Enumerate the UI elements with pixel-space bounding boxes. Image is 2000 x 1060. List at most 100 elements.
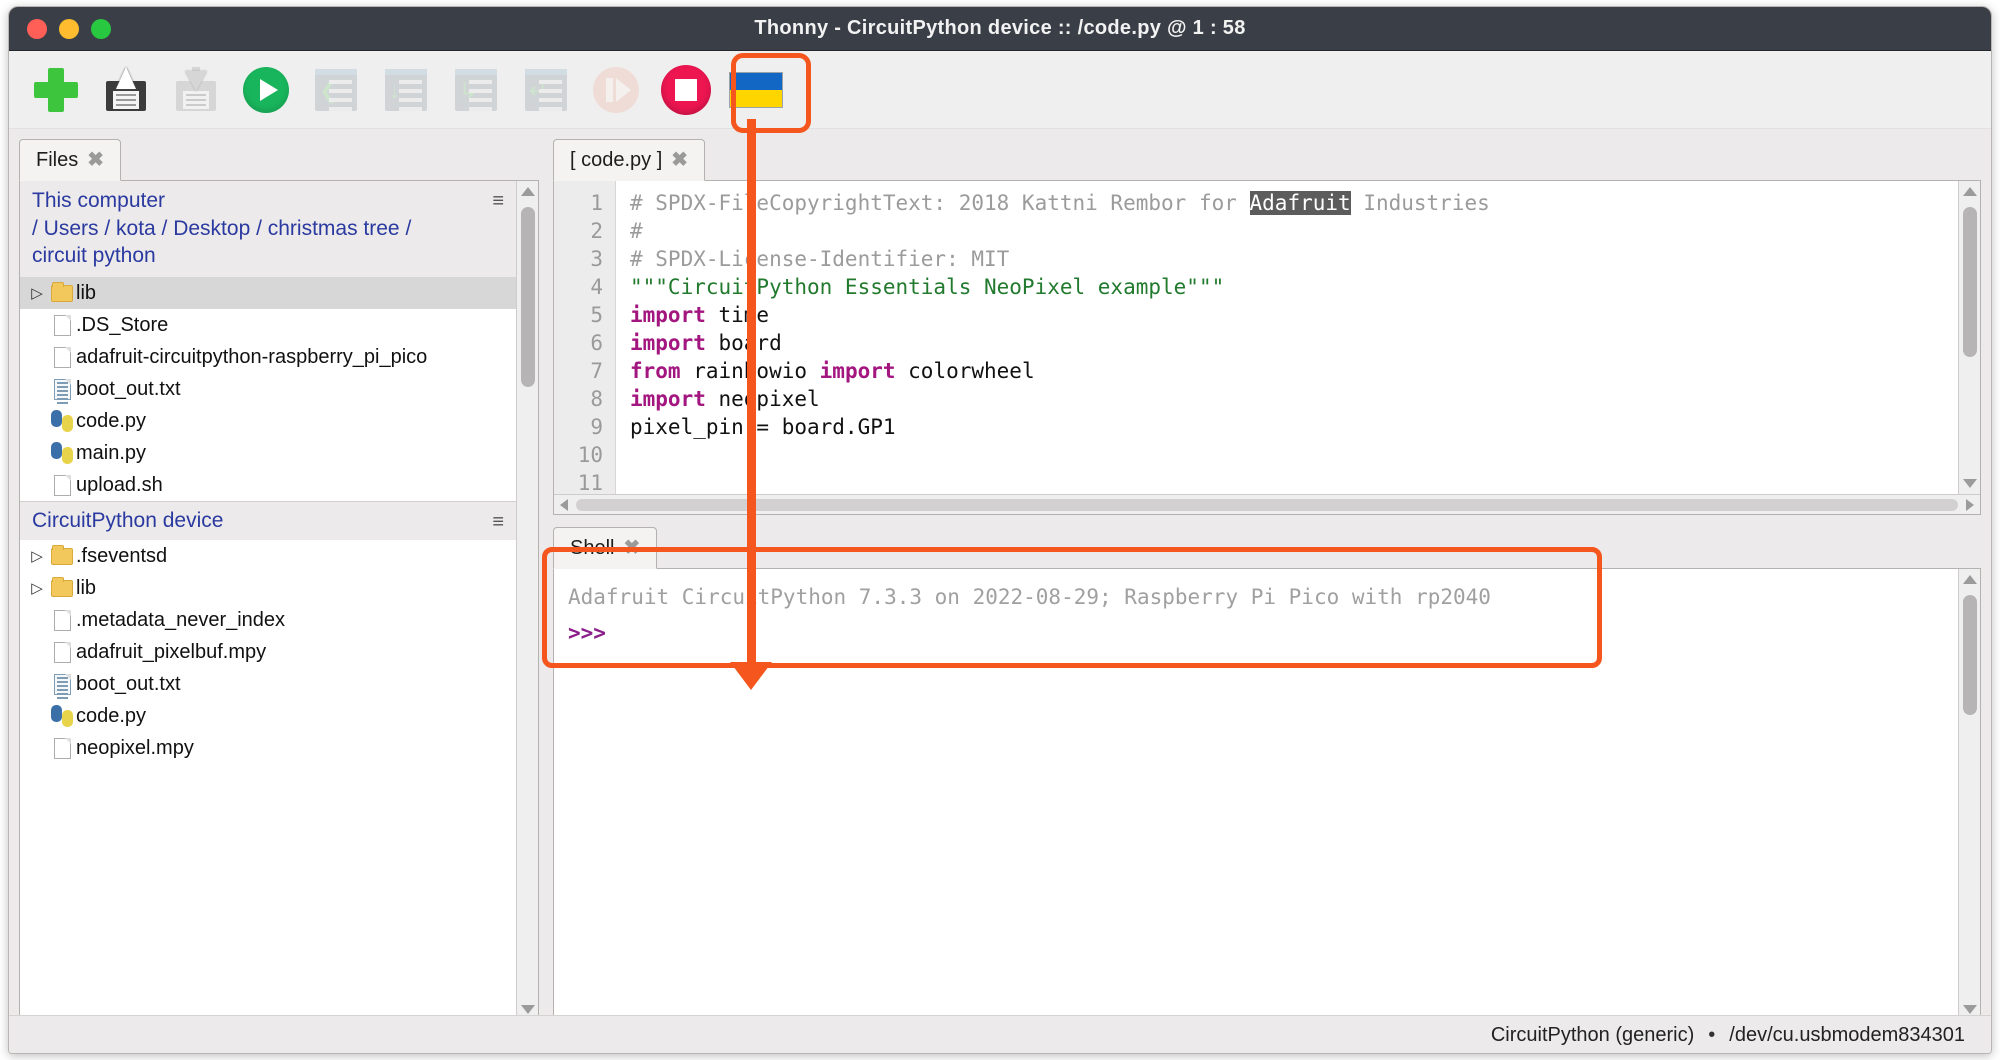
scroll-thumb[interactable] <box>521 207 535 387</box>
tree-row[interactable]: ▷ code.py <box>20 700 516 732</box>
support-ukraine-button[interactable] <box>727 61 785 119</box>
files-panel: Files ✖ This computer / Users / kota / D… <box>19 135 539 1021</box>
tree-row[interactable]: ▷ neopixel.mpy <box>20 732 516 764</box>
device-header: CircuitPython device ≡ <box>20 501 516 540</box>
tab-files[interactable]: Files ✖ <box>19 139 121 181</box>
code-text-area[interactable]: # SPDX-FileCopyrightText: 2018 Kattni Re… <box>616 181 1958 494</box>
save-file-button[interactable] <box>167 61 225 119</box>
tree-row[interactable]: ▷ boot_out.txt <box>20 668 516 700</box>
this-computer-path-line1[interactable]: / Users / kota / Desktop / christmas tre… <box>32 215 506 242</box>
status-port[interactable]: /dev/cu.usbmodem834301 <box>1729 1024 1965 1047</box>
ukraine-flag-icon <box>729 71 783 108</box>
scroll-thumb[interactable] <box>1963 207 1977 357</box>
annotation-arrow-shaft <box>747 119 756 679</box>
run-play-icon <box>243 66 289 113</box>
close-icon[interactable]: ✖ <box>623 538 640 558</box>
tree-row-label: .fseventsd <box>76 544 168 567</box>
spacer-icon: ▷ <box>26 675 48 693</box>
scroll-right-icon[interactable] <box>1966 499 1974 511</box>
scroll-up-icon[interactable] <box>521 187 535 196</box>
this-computer-path-line2[interactable]: circuit python <box>32 242 506 269</box>
step-over-button[interactable]: ↓ <box>377 61 435 119</box>
generic-file-icon <box>53 474 71 496</box>
scroll-thumb[interactable] <box>1963 595 1977 715</box>
status-interpreter[interactable]: CircuitPython (generic) <box>1491 1024 1694 1047</box>
shell-body: Adafruit CircuitPython 7.3.3 on 2022-08-… <box>553 569 1981 1021</box>
tree-row[interactable]: ▷ boot_out.txt <box>20 373 516 405</box>
stop-script-button[interactable] <box>657 61 715 119</box>
editor-tabstrip: [ code.py ] ✖ <box>553 135 1981 181</box>
generic-file-icon <box>53 314 71 336</box>
tree-row[interactable]: ▷ adafruit_pixelbuf.mpy <box>20 636 516 668</box>
spacer-icon: ▷ <box>26 611 48 629</box>
spacer-icon: ▷ <box>26 476 48 494</box>
scroll-down-icon[interactable] <box>1963 1005 1977 1014</box>
shell-tabstrip: Shell ✖ <box>553 523 1981 569</box>
code-line: """CircuitPython Essentials NeoPixel exa… <box>630 275 1225 299</box>
tree-row[interactable]: ▷ adafruit-circuitpython-raspberry_pi_pic… <box>20 341 516 373</box>
plus-icon <box>34 67 78 112</box>
window-controls <box>27 18 111 39</box>
this-computer-menu-icon[interactable]: ≡ <box>492 191 504 211</box>
scroll-down-icon[interactable] <box>521 1005 535 1014</box>
close-icon[interactable]: ✖ <box>671 150 688 170</box>
debug-script-button[interactable]: ❮ <box>307 61 365 119</box>
tree-row-label: boot_out.txt <box>76 672 181 695</box>
tree-row[interactable]: ▷ upload.sh <box>20 469 516 501</box>
step-into-button[interactable]: ↳ <box>447 61 505 119</box>
device-file-list: ▷ .fseventsd ▷ lib ▷ .metadata_never_index ▷ ad… <box>20 540 516 764</box>
debug-icon: ❮ <box>315 68 357 111</box>
spacer-icon: ▷ <box>26 380 48 398</box>
scroll-up-icon[interactable] <box>1963 575 1977 584</box>
expand-triangle-icon[interactable]: ▷ <box>26 547 48 565</box>
line-number: 7 <box>590 359 603 383</box>
folder-icon <box>51 576 73 597</box>
device-menu-icon[interactable]: ≡ <box>492 512 504 532</box>
tab-shell[interactable]: Shell ✖ <box>553 527 658 569</box>
run-script-button[interactable] <box>237 61 295 119</box>
tree-row-label: boot_out.txt <box>76 377 181 400</box>
code-line: # <box>630 219 643 243</box>
close-icon[interactable]: ✖ <box>87 150 104 170</box>
tree-row[interactable]: ▷ .fseventsd <box>20 540 516 572</box>
scroll-left-icon[interactable] <box>560 499 568 511</box>
status-separator: • <box>1708 1024 1716 1046</box>
new-file-button[interactable] <box>27 61 85 119</box>
editor-vertical-scrollbar[interactable] <box>1958 181 1980 494</box>
code-line: pixel_pin = board.GP1 <box>630 415 896 439</box>
zoom-window-button[interactable] <box>91 18 111 39</box>
tree-row[interactable]: ▷ .DS_Store <box>20 309 516 341</box>
tree-row[interactable]: ▷ main.py <box>20 437 516 469</box>
scroll-up-icon[interactable] <box>1963 187 1977 196</box>
expand-triangle-icon[interactable]: ▷ <box>26 579 48 597</box>
line-number: 8 <box>590 387 603 411</box>
expand-triangle-icon[interactable]: ▷ <box>26 284 48 302</box>
tab-code-py[interactable]: [ code.py ] ✖ <box>553 139 706 181</box>
window-titlebar: Thonny - CircuitPython device :: /code.p… <box>9 7 1991 51</box>
this-computer-title: This computer <box>32 189 166 212</box>
open-file-button[interactable] <box>97 61 155 119</box>
spacer-icon: ▷ <box>26 348 48 366</box>
shell-prompt: >>> <box>568 621 606 645</box>
tree-row[interactable]: ▷ .metadata_never_index <box>20 604 516 636</box>
shell-inner: Shell ✖ Adafruit CircuitPython 7.3.3 on … <box>553 523 1981 1021</box>
scroll-thumb[interactable] <box>576 499 1958 511</box>
tree-row[interactable]: ▷ lib <box>20 277 516 309</box>
close-window-button[interactable] <box>27 18 47 39</box>
tree-row[interactable]: ▷ lib <box>20 572 516 604</box>
scroll-down-icon[interactable] <box>1963 479 1977 488</box>
step-out-button[interactable]: ↵ <box>517 61 575 119</box>
shell-output[interactable]: Adafruit CircuitPython 7.3.3 on 2022-08-… <box>554 569 1958 1020</box>
this-computer-file-list: ▷ lib ▷ .DS_Store ▷ adafruit-circuitpython-ra… <box>20 277 516 501</box>
code-line: from rainbowio import colorwheel <box>630 359 1035 383</box>
folder-icon <box>51 281 73 302</box>
shell-vertical-scrollbar[interactable] <box>1958 569 1980 1020</box>
annotation-arrow-head <box>730 662 772 690</box>
tree-row[interactable]: ▷ code.py <box>20 405 516 437</box>
editor-horizontal-scrollbar[interactable] <box>554 494 1980 514</box>
resume-button[interactable] <box>587 61 645 119</box>
minimize-window-button[interactable] <box>59 18 79 39</box>
code-line: # SPDX-FileCopyrightText: 2018 Kattni Re… <box>630 191 1490 215</box>
files-vertical-scrollbar[interactable] <box>516 181 538 1020</box>
tree-row-label: lib <box>76 281 97 304</box>
